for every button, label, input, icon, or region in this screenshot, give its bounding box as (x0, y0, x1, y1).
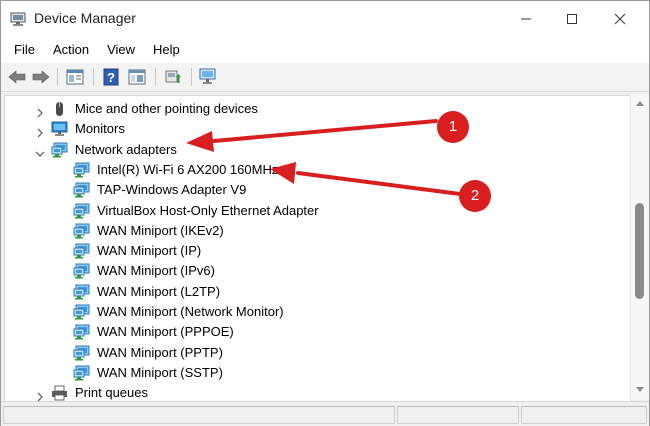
tree-category[interactable]: Monitors (5, 119, 625, 139)
back-button[interactable] (7, 67, 27, 87)
status-bar-pane (521, 406, 647, 424)
callout-badge-1: 1 (437, 111, 469, 143)
scroll-up-arrow-icon[interactable] (636, 101, 644, 106)
tree-item-label: Network adapters (75, 141, 177, 157)
chevron-right-icon[interactable] (35, 104, 45, 118)
chevron-right-icon[interactable] (35, 388, 45, 401)
title-bar[interactable]: Device Manager (1, 1, 649, 37)
status-bar (1, 401, 649, 426)
properties-panel-icon (66, 69, 84, 85)
tree-device[interactable]: WAN Miniport (IP) (5, 241, 625, 261)
update-driver-button[interactable] (163, 67, 183, 87)
tree-device[interactable]: WAN Miniport (PPTP) (5, 343, 625, 363)
tree-device[interactable]: WAN Miniport (SSTP) (5, 363, 625, 383)
show-hide-console-icon (128, 69, 146, 85)
tree-item-label: Mice and other pointing devices (75, 101, 258, 116)
tree-item-label: TAP-Windows Adapter V9 (97, 182, 247, 198)
tree-item-label: WAN Miniport (IKEv2) (97, 222, 224, 238)
help-icon: ? (103, 68, 119, 86)
tree-item-label: WAN Miniport (PPPOE) (97, 324, 234, 340)
network-adapter-icon (73, 243, 90, 259)
toolbar: ? (1, 63, 649, 92)
status-bar-pane (3, 406, 395, 424)
tree-item-label: WAN Miniport (IPv6) (97, 263, 215, 279)
menu-view[interactable]: View (100, 37, 142, 63)
device-manager-window: Device Manager File Action View Help ? M… (0, 0, 650, 426)
network-adapter-icon (73, 345, 90, 361)
network-adapter-icon (73, 304, 90, 320)
close-button[interactable] (597, 5, 643, 33)
close-icon (614, 13, 626, 25)
tree-category[interactable]: Print queues (5, 383, 625, 401)
tree-device[interactable]: WAN Miniport (PPPOE) (5, 322, 625, 342)
mouse-icon (51, 101, 68, 117)
tree-item-label: Intel(R) Wi-Fi 6 AX200 160MHz (97, 161, 279, 177)
tree-category[interactable]: Mice and other pointing devices (5, 99, 625, 119)
network-adapter-icon (51, 142, 68, 158)
callout-badge-2: 2 (459, 180, 491, 212)
toolbar-separator (155, 68, 156, 86)
scrollbar-thumb[interactable] (635, 203, 644, 299)
minimize-icon (521, 18, 531, 20)
forward-icon (32, 70, 50, 84)
printer-icon (51, 385, 68, 401)
menu-action[interactable]: Action (46, 37, 96, 63)
toolbar-separator (191, 68, 192, 86)
network-adapter-icon (73, 203, 90, 219)
monitor-icon (51, 121, 68, 137)
show-hide-console-button[interactable] (127, 67, 147, 87)
network-adapter-icon (73, 182, 90, 198)
network-adapter-icon (73, 284, 90, 300)
tree-device[interactable]: WAN Miniport (IPv6) (5, 261, 625, 281)
menu-file[interactable]: File (7, 37, 42, 63)
scroll-down-arrow-icon[interactable] (636, 387, 644, 392)
tree-device[interactable]: WAN Miniport (IKEv2) (5, 221, 625, 241)
maximize-button[interactable] (549, 5, 595, 33)
tree-category[interactable]: Network adapters (5, 140, 625, 160)
back-icon (8, 70, 26, 84)
scan-hardware-icon (199, 68, 216, 84)
chevron-right-icon[interactable] (35, 124, 45, 138)
forward-button[interactable] (31, 67, 51, 87)
tree-item-label: WAN Miniport (PPTP) (97, 344, 223, 360)
device-tree[interactable]: Mice and other pointing devices Monitors N… (4, 95, 632, 402)
toolbar-separator (93, 68, 94, 86)
menu-bar: File Action View Help (1, 37, 649, 63)
network-adapter-icon (73, 162, 90, 178)
device-manager-app-icon (10, 11, 26, 27)
update-driver-icon (165, 70, 181, 83)
tree-device[interactable]: WAN Miniport (L2TP) (5, 282, 625, 302)
menu-help[interactable]: Help (146, 37, 187, 63)
properties-panel-button[interactable] (65, 67, 85, 87)
tree-device[interactable]: WAN Miniport (Network Monitor) (5, 302, 625, 322)
minimize-button[interactable] (503, 5, 549, 33)
status-bar-pane (397, 406, 519, 424)
tree-device[interactable]: TAP-Windows Adapter V9 (5, 180, 625, 200)
network-adapter-icon (73, 223, 90, 239)
chevron-down-icon[interactable] (35, 145, 45, 157)
network-adapter-icon (73, 365, 90, 381)
tree-device[interactable]: Intel(R) Wi-Fi 6 AX200 160MHz (5, 160, 625, 180)
tree-item-label: WAN Miniport (IP) (97, 243, 202, 259)
network-adapter-icon (73, 324, 90, 340)
tree-item-label: VirtualBox Host-Only Ethernet Adapter (97, 202, 319, 218)
tree-item-label: WAN Miniport (Network Monitor) (97, 304, 284, 319)
toolbar-separator (57, 68, 58, 86)
help-button[interactable]: ? (101, 67, 121, 87)
svg-text:?: ? (107, 70, 115, 85)
maximize-icon (567, 14, 577, 24)
scan-hardware-button[interactable] (198, 67, 218, 87)
tree-item-label: Print queues (75, 385, 148, 401)
window-title: Device Manager (34, 10, 136, 26)
tree-item-label: WAN Miniport (SSTP) (97, 364, 223, 380)
tree-device[interactable]: VirtualBox Host-Only Ethernet Adapter (5, 201, 625, 221)
tree-item-label: Monitors (75, 121, 125, 137)
vertical-scrollbar[interactable] (630, 95, 649, 400)
network-adapter-icon (73, 263, 90, 279)
tree-item-label: WAN Miniport (L2TP) (97, 283, 221, 299)
